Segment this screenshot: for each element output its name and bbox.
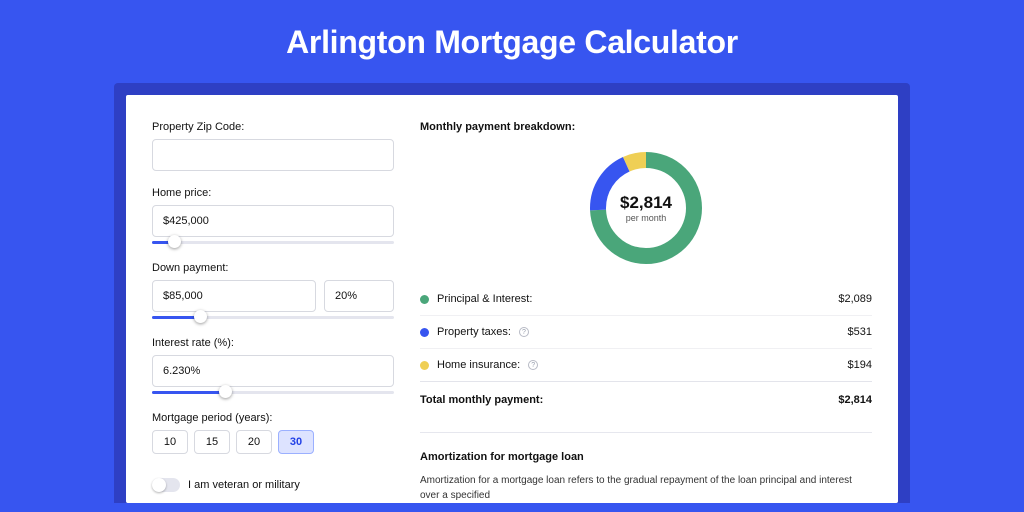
card-backdrop: Property Zip Code: Home price: Down paym…: [114, 83, 910, 503]
zip-label: Property Zip Code:: [152, 121, 394, 133]
veteran-toggle[interactable]: [152, 478, 180, 492]
breakdown-line-0: Principal & Interest: $2,089: [420, 283, 872, 315]
donut-center-sub: per month: [626, 213, 667, 223]
breakdown-line-2: Home insurance:? $194: [420, 348, 872, 381]
calculator-card: Property Zip Code: Home price: Down paym…: [126, 95, 898, 503]
breakdown-column: Monthly payment breakdown: $2,814 per mo…: [420, 121, 872, 503]
breakdown-line-1: Property taxes:? $531: [420, 315, 872, 348]
period-buttons: 10152030: [152, 430, 394, 454]
zip-field: Property Zip Code:: [152, 121, 394, 171]
period-button-30[interactable]: 30: [278, 430, 314, 454]
veteran-row: I am veteran or military: [152, 478, 394, 492]
donut-chart: $2,814 per month: [585, 147, 707, 269]
rate-slider-thumb[interactable]: [219, 385, 232, 398]
breakdown-item-label: Home insurance:: [437, 359, 520, 371]
total-value: $2,814: [838, 394, 872, 406]
down-payment-slider[interactable]: [152, 315, 394, 321]
total-label: Total monthly payment:: [420, 394, 543, 406]
amortization-text: Amortization for a mortgage loan refers …: [420, 473, 872, 503]
zip-input[interactable]: [152, 139, 394, 171]
rate-label: Interest rate (%):: [152, 337, 394, 349]
period-button-15[interactable]: 15: [194, 430, 230, 454]
veteran-label: I am veteran or military: [188, 479, 300, 491]
period-button-20[interactable]: 20: [236, 430, 272, 454]
down-payment-field: Down payment:: [152, 262, 394, 321]
legend-dot: [420, 361, 429, 370]
breakdown-item-label: Property taxes:: [437, 326, 511, 338]
rate-slider[interactable]: [152, 390, 394, 396]
breakdown-item-label: Principal & Interest:: [437, 293, 532, 305]
total-line: Total monthly payment: $2,814: [420, 381, 872, 418]
rate-field: Interest rate (%):: [152, 337, 394, 396]
inputs-column: Property Zip Code: Home price: Down paym…: [152, 121, 394, 503]
down-payment-label: Down payment:: [152, 262, 394, 274]
amortization-title: Amortization for mortgage loan: [420, 432, 872, 463]
breakdown-title: Monthly payment breakdown:: [420, 121, 872, 133]
home-price-slider[interactable]: [152, 240, 394, 246]
donut-chart-wrap: $2,814 per month: [420, 147, 872, 269]
home-price-input[interactable]: [152, 205, 394, 237]
down-payment-slider-thumb[interactable]: [194, 310, 207, 323]
legend-dot: [420, 295, 429, 304]
info-icon[interactable]: ?: [528, 360, 538, 370]
legend-dot: [420, 328, 429, 337]
toggle-knob: [152, 478, 166, 492]
down-pct-input[interactable]: [324, 280, 394, 312]
period-field: Mortgage period (years): 10152030: [152, 412, 394, 454]
breakdown-item-value: $2,089: [838, 293, 872, 305]
home-price-slider-thumb[interactable]: [168, 235, 181, 248]
breakdown-item-value: $194: [848, 359, 872, 371]
donut-center-amount: $2,814: [620, 193, 672, 213]
info-icon[interactable]: ?: [519, 327, 529, 337]
rate-input[interactable]: [152, 355, 394, 387]
down-amount-input[interactable]: [152, 280, 316, 312]
breakdown-item-value: $531: [848, 326, 872, 338]
period-button-10[interactable]: 10: [152, 430, 188, 454]
home-price-label: Home price:: [152, 187, 394, 199]
page-title: Arlington Mortgage Calculator: [0, 24, 1024, 61]
period-label: Mortgage period (years):: [152, 412, 394, 424]
home-price-field: Home price:: [152, 187, 394, 246]
breakdown-lines: Principal & Interest: $2,089 Property taxe…: [420, 283, 872, 381]
